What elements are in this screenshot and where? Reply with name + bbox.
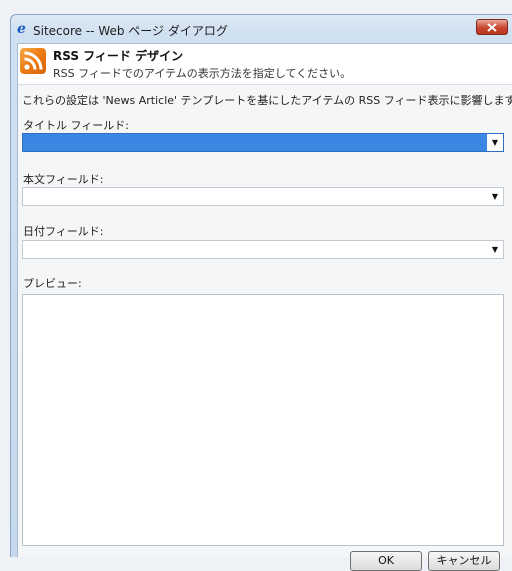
- date-field-select[interactable]: ▼: [22, 240, 504, 259]
- preview-pane: [22, 294, 504, 546]
- header-title: RSS フィード デザイン: [53, 49, 184, 63]
- dialog-header: RSS フィード デザイン RSS フィードでのアイテムの表示方法を指定してくだ…: [18, 44, 512, 85]
- cancel-button[interactable]: キャンセル: [428, 551, 500, 571]
- chevron-down-icon[interactable]: ▼: [487, 188, 503, 205]
- preview-label: プレビュー:: [23, 277, 82, 290]
- dialog-window: e Sitecore -- Web ページ ダイアログ RSS フィード デザイ…: [10, 14, 512, 571]
- form-area: これらの設定は 'News Article' テンプレートを基にしたアイテムの …: [18, 85, 512, 571]
- date-field-label: 日付フィールド:: [23, 225, 104, 238]
- header-subtitle: RSS フィードでのアイテムの表示方法を指定してください。: [53, 67, 352, 80]
- title-field-select[interactable]: ▼: [22, 133, 504, 152]
- internet-explorer-icon: e: [17, 21, 26, 37]
- body-field-select[interactable]: ▼: [22, 187, 504, 206]
- close-button[interactable]: [476, 19, 508, 35]
- ok-button[interactable]: OK: [350, 551, 422, 571]
- chevron-down-icon[interactable]: ▼: [487, 134, 503, 151]
- title-bar: e Sitecore -- Web ページ ダイアログ: [11, 15, 512, 43]
- rss-icon: [20, 48, 46, 74]
- title-field-label: タイトル フィールド:: [23, 119, 129, 132]
- close-icon: [487, 23, 497, 32]
- chevron-down-icon[interactable]: ▼: [487, 241, 503, 258]
- window-title: Sitecore -- Web ページ ダイアログ: [33, 24, 228, 38]
- dialog-content: RSS フィード デザイン RSS フィードでのアイテムの表示方法を指定してくだ…: [17, 43, 512, 571]
- info-text: これらの設定は 'News Article' テンプレートを基にしたアイテムの …: [22, 94, 512, 107]
- body-field-label: 本文フィールド:: [23, 173, 104, 186]
